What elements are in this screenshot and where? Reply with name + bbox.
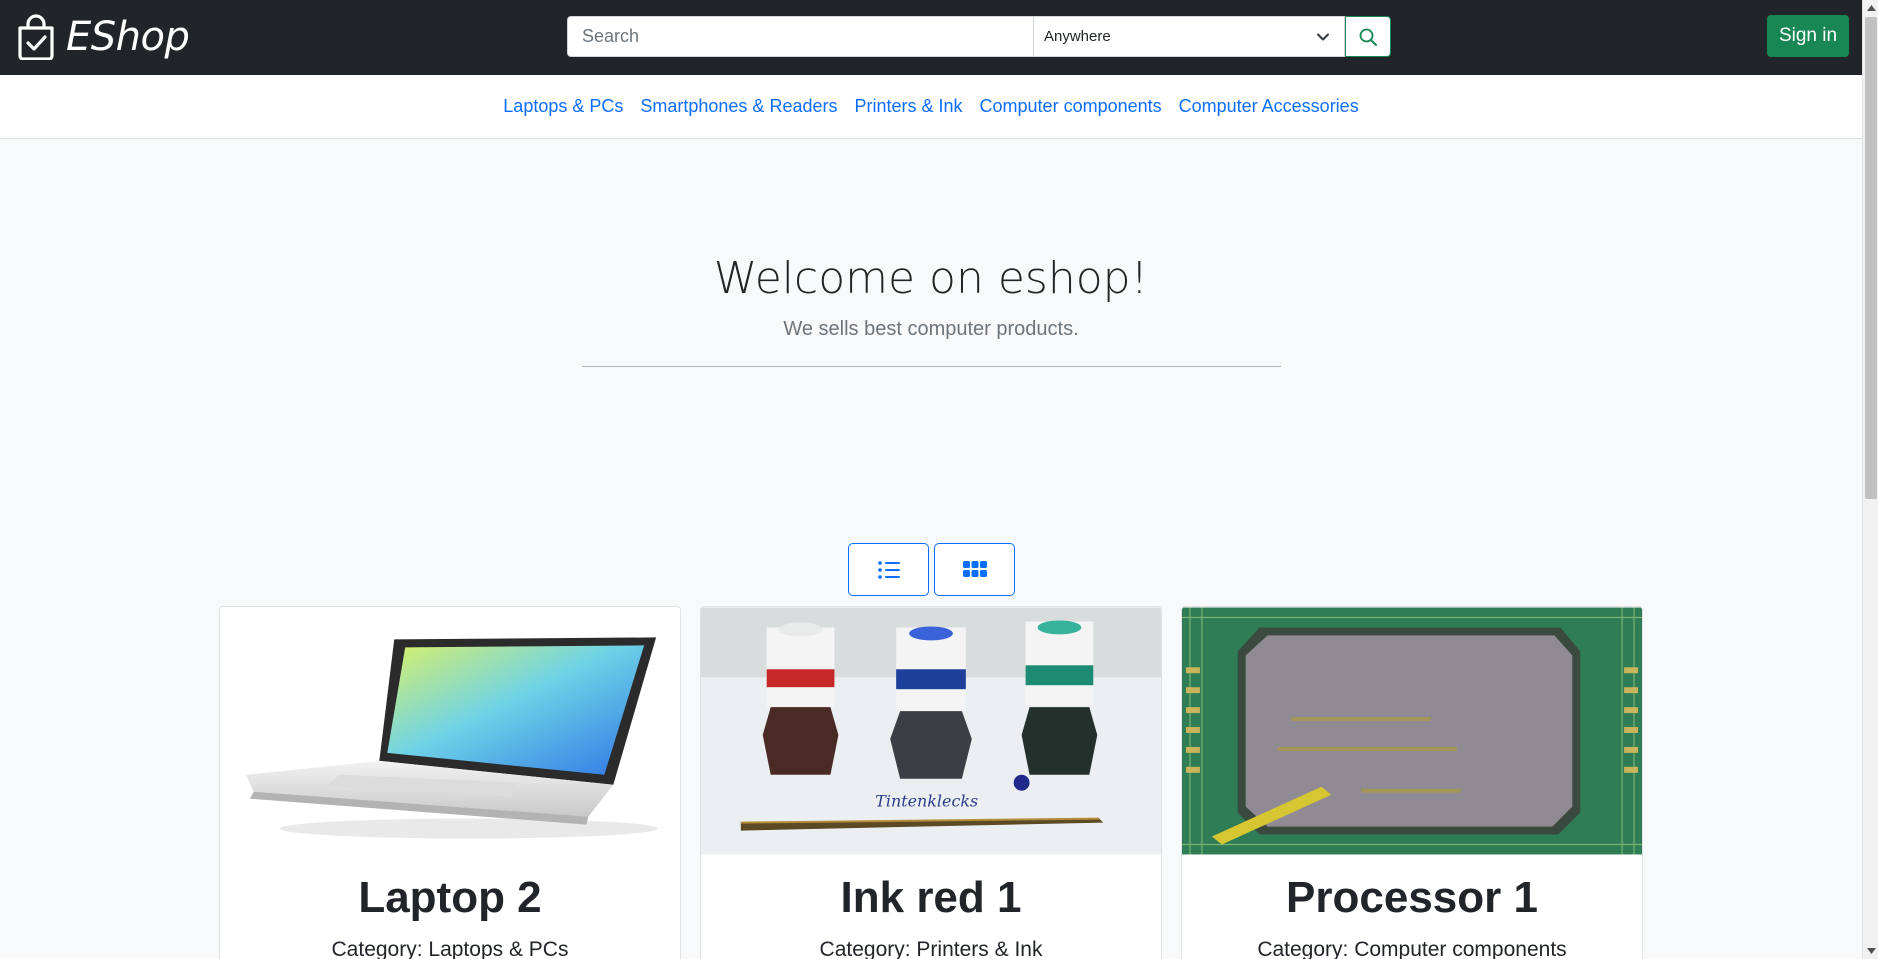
processor-chip-image bbox=[1182, 607, 1642, 855]
product-title[interactable]: Processor 1 bbox=[1181, 873, 1643, 923]
category-link-accessories[interactable]: Computer Accessories bbox=[1179, 96, 1359, 117]
ink-bottles-image: Tintenklecks bbox=[701, 607, 1161, 855]
vertical-scrollbar[interactable] bbox=[1862, 0, 1878, 959]
search-bar: Anywhere bbox=[567, 16, 1391, 57]
product-title[interactable]: Ink red 1 bbox=[700, 873, 1162, 923]
list-icon bbox=[877, 560, 900, 579]
search-scope-select[interactable]: Anywhere bbox=[1034, 16, 1345, 57]
search-button[interactable] bbox=[1345, 16, 1391, 57]
shopping-bag-icon bbox=[18, 14, 54, 60]
hero-divider bbox=[582, 366, 1281, 367]
scroll-thumb[interactable] bbox=[1865, 17, 1877, 499]
category-link-laptops[interactable]: Laptops & PCs bbox=[503, 96, 623, 117]
search-icon bbox=[1359, 28, 1377, 46]
category-link-smartphones[interactable]: Smartphones & Readers bbox=[640, 96, 837, 117]
search-scope-value: Anywhere bbox=[1044, 28, 1111, 45]
product-category: Category: Printers & Ink bbox=[819, 938, 1043, 959]
brand[interactable]: EShop bbox=[16, 12, 190, 62]
scroll-up-arrow[interactable] bbox=[1863, 0, 1878, 16]
sign-in-button[interactable]: Sign in bbox=[1767, 15, 1849, 57]
list-view-button[interactable] bbox=[848, 543, 929, 596]
top-navbar: EShop Anywhere Sign in bbox=[0, 0, 1862, 75]
laptop-image bbox=[220, 607, 680, 855]
search-input[interactable] bbox=[567, 16, 1034, 57]
page: EShop Anywhere Sign in Laptops & PCs Sma… bbox=[0, 0, 1862, 959]
ink-caption-text: Tintenklecks bbox=[875, 792, 978, 811]
product-category: Category: Laptops & PCs bbox=[331, 938, 569, 959]
chevron-down-icon bbox=[1317, 33, 1329, 41]
caret-up-icon bbox=[1866, 5, 1876, 11]
category-nav: Laptops & PCs Smartphones & Readers Prin… bbox=[0, 75, 1862, 139]
product-category: Category: Computer components bbox=[1257, 938, 1567, 959]
category-link-printers[interactable]: Printers & Ink bbox=[854, 96, 962, 117]
scroll-down-arrow[interactable] bbox=[1863, 943, 1878, 959]
hero-title: Welcome on eshop! bbox=[713, 253, 1149, 304]
product-title[interactable]: Laptop 2 bbox=[219, 873, 681, 923]
brand-name: EShop bbox=[66, 14, 190, 60]
caret-down-icon bbox=[1866, 948, 1876, 954]
grid-icon bbox=[962, 560, 987, 577]
hero-subtitle: We sells best computer products. bbox=[783, 318, 1079, 340]
category-link-components[interactable]: Computer components bbox=[980, 96, 1162, 117]
grid-view-button[interactable] bbox=[934, 543, 1015, 596]
